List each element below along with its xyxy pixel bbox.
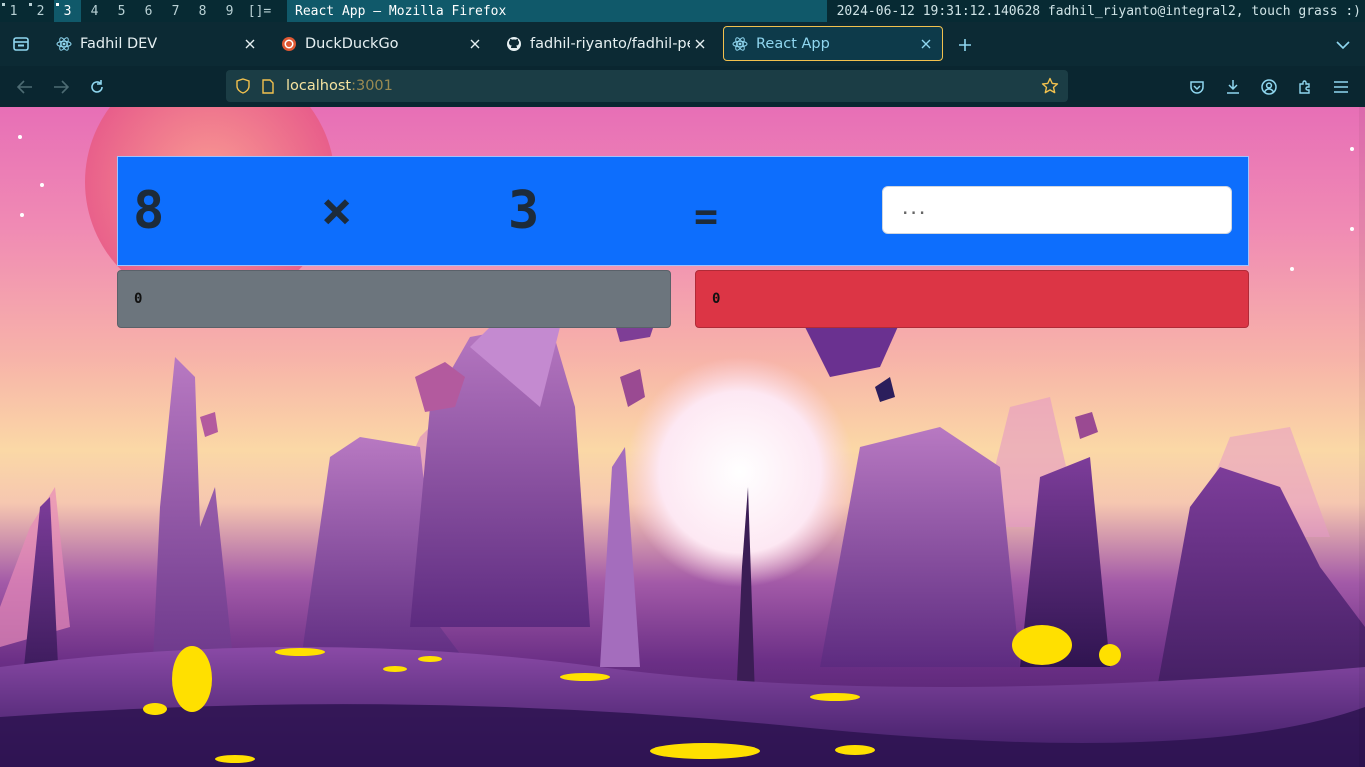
correct-score-box: 0 xyxy=(117,270,671,328)
tab-label: fadhil-riyanto/fadhil-pers xyxy=(530,35,690,52)
hamburger-icon xyxy=(1334,81,1348,93)
workspace-4[interactable]: 4 xyxy=(81,0,108,22)
workspace-label: 3 xyxy=(63,3,72,19)
firefox-view-icon xyxy=(13,37,29,51)
plus-icon xyxy=(959,39,971,51)
workspace-label: 6 xyxy=(144,3,153,19)
extensions-button[interactable] xyxy=(1292,74,1318,100)
layout-indicator[interactable]: []= xyxy=(243,4,276,19)
arrow-left-icon xyxy=(17,80,32,94)
operand-a: 8 xyxy=(133,181,165,241)
tab-duckduckgo[interactable]: DuckDuckGo xyxy=(273,26,491,61)
equals-sign: = xyxy=(694,194,719,240)
reload-button[interactable] xyxy=(84,74,110,100)
account-button[interactable] xyxy=(1256,74,1282,100)
workspace-label: 4 xyxy=(90,3,99,19)
url-port: :3001 xyxy=(351,78,393,94)
url-bar[interactable]: localhost:3001 xyxy=(226,70,1068,102)
workspace-label: 8 xyxy=(198,3,207,19)
close-icon[interactable] xyxy=(916,34,936,54)
correct-count: 0 xyxy=(134,291,143,307)
workspace-5[interactable]: 5 xyxy=(108,0,135,22)
close-icon[interactable] xyxy=(465,34,485,54)
url-text[interactable]: localhost:3001 xyxy=(286,78,393,94)
tab-label: React App xyxy=(756,35,830,52)
github-icon xyxy=(506,36,522,52)
workspace-label: 7 xyxy=(171,3,180,19)
forward-button[interactable] xyxy=(48,74,74,100)
duckduckgo-icon xyxy=(281,36,297,52)
tab-strip: Fadhil DEV DuckDuckGo fadhil-riyanto/fad… xyxy=(0,22,1365,66)
window-title: React App — Mozilla Firefox xyxy=(287,0,827,22)
tab-github[interactable]: fadhil-riyanto/fadhil-pers xyxy=(498,26,716,61)
equation-panel: 8 × 3 = xyxy=(117,156,1249,266)
navigation-bar: localhost:3001 xyxy=(0,66,1365,107)
bookmark-star-icon[interactable] xyxy=(1040,76,1060,96)
workspace-7[interactable]: 7 xyxy=(162,0,189,22)
workspace-3[interactable]: 3 xyxy=(54,0,81,22)
status-text: 2024-06-12 19:31:12.140628 fadhil_riyant… xyxy=(836,3,1361,19)
workspace-8[interactable]: 8 xyxy=(189,0,216,22)
workspace-label: 9 xyxy=(225,3,234,19)
workspace-1[interactable]: 1 xyxy=(0,0,27,22)
window-manager-bar: 1 2 3 4 5 6 7 8 9 []= React App — Mozill… xyxy=(0,0,1365,22)
tab-react-app[interactable]: React App xyxy=(723,26,943,61)
page-scrollbar[interactable] xyxy=(1359,107,1365,767)
firefox-view-button[interactable] xyxy=(8,31,34,57)
menu-button[interactable] xyxy=(1328,74,1354,100)
list-all-tabs-button[interactable] xyxy=(1331,33,1355,57)
workspace-label: 1 xyxy=(9,3,18,19)
react-icon xyxy=(732,36,748,52)
back-button[interactable] xyxy=(12,74,38,100)
shield-icon[interactable] xyxy=(234,77,252,95)
workspace-label: 5 xyxy=(117,3,126,19)
puzzle-icon xyxy=(1299,80,1310,94)
wrong-score-box: 0 xyxy=(695,270,1249,328)
close-icon[interactable] xyxy=(690,34,710,54)
tab-label: Fadhil DEV xyxy=(80,35,158,52)
reload-icon xyxy=(91,80,103,93)
url-host: localhost xyxy=(286,78,352,94)
page-viewport: 8 × 3 = 0 0 xyxy=(0,107,1365,767)
new-tab-button[interactable] xyxy=(953,33,977,57)
workspace-6[interactable]: 6 xyxy=(135,0,162,22)
workspace-2[interactable]: 2 xyxy=(27,0,54,22)
answer-input[interactable] xyxy=(882,186,1232,234)
wrong-count: 0 xyxy=(712,291,721,307)
downloads-button[interactable] xyxy=(1220,74,1246,100)
workspace-label: 2 xyxy=(36,3,45,19)
account-icon xyxy=(1261,79,1277,95)
operator-multiply: × xyxy=(321,181,353,241)
operand-b: 3 xyxy=(508,181,540,241)
workspace-9[interactable]: 9 xyxy=(216,0,243,22)
chevron-down-icon xyxy=(1336,41,1350,50)
pocket-button[interactable] xyxy=(1184,74,1210,100)
pocket-icon xyxy=(1190,81,1204,94)
tab-label: DuckDuckGo xyxy=(305,35,399,52)
arrow-right-icon xyxy=(54,80,69,94)
download-icon xyxy=(1227,80,1239,94)
react-icon xyxy=(56,36,72,52)
page-icon[interactable] xyxy=(260,78,276,94)
close-icon[interactable] xyxy=(240,34,260,54)
tab-fadhil-dev[interactable]: Fadhil DEV xyxy=(48,26,266,61)
